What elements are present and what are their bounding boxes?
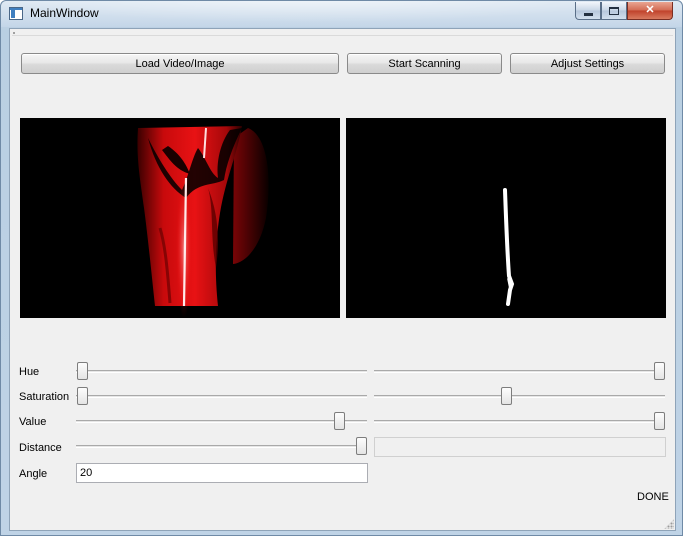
- slider-groove: [76, 445, 367, 448]
- hue-max-slider[interactable]: [374, 362, 665, 380]
- slider-handle[interactable]: [654, 362, 665, 380]
- maximize-button[interactable]: [601, 2, 627, 20]
- slider-handle[interactable]: [356, 437, 367, 455]
- slider-groove: [374, 370, 665, 373]
- window-title: MainWindow: [30, 6, 99, 20]
- hue-label: Hue: [19, 366, 40, 378]
- distance-label: Distance: [19, 442, 62, 454]
- mask-view: [346, 118, 666, 318]
- app-window-icon: [9, 7, 23, 20]
- angle-label: Angle: [19, 468, 48, 480]
- client-area: Load Video/Image Start Scanning Adjust S…: [9, 28, 676, 531]
- binary-mask-laser-line-icon: [346, 118, 666, 318]
- close-button[interactable]: ✕: [627, 2, 673, 20]
- minimize-button[interactable]: [575, 2, 601, 20]
- slider-groove: [76, 420, 367, 423]
- slider-handle[interactable]: [500, 387, 512, 405]
- status-text: DONE: [637, 491, 669, 503]
- slider-handle[interactable]: [77, 362, 88, 380]
- value-max-slider[interactable]: [374, 412, 665, 430]
- saturation-max-slider[interactable]: [374, 387, 665, 405]
- title-bar[interactable]: MainWindow ✕: [1, 1, 682, 27]
- distance-secondary-field: [374, 437, 666, 457]
- distance-slider[interactable]: [76, 437, 367, 455]
- slider-groove: [76, 395, 367, 398]
- toolbar-handle[interactable]: [12, 31, 673, 36]
- resize-grip[interactable]: [664, 519, 674, 529]
- hue-min-slider[interactable]: [76, 362, 367, 380]
- maximize-icon: [609, 6, 619, 15]
- start-scanning-button[interactable]: Start Scanning: [347, 53, 502, 74]
- source-video-view: [20, 118, 340, 318]
- close-icon: ✕: [645, 4, 655, 16]
- video-frame-red-laser-icon: [20, 118, 340, 318]
- slider-groove: [374, 420, 665, 423]
- value-label: Value: [19, 416, 47, 428]
- angle-input[interactable]: 20: [76, 463, 368, 483]
- saturation-label: Saturation: [19, 391, 70, 403]
- load-video-image-button[interactable]: Load Video/Image: [21, 53, 339, 74]
- adjust-settings-button[interactable]: Adjust Settings: [510, 53, 665, 74]
- saturation-min-slider[interactable]: [76, 387, 367, 405]
- value-min-slider[interactable]: [76, 412, 367, 430]
- main-window: MainWindow ✕ Load Video/Image Start Scan…: [0, 0, 683, 536]
- slider-handle[interactable]: [333, 412, 345, 430]
- slider-handle[interactable]: [654, 412, 665, 430]
- minimize-icon: [583, 12, 593, 16]
- slider-groove: [374, 395, 665, 398]
- slider-handle[interactable]: [77, 387, 88, 405]
- slider-groove: [76, 370, 367, 373]
